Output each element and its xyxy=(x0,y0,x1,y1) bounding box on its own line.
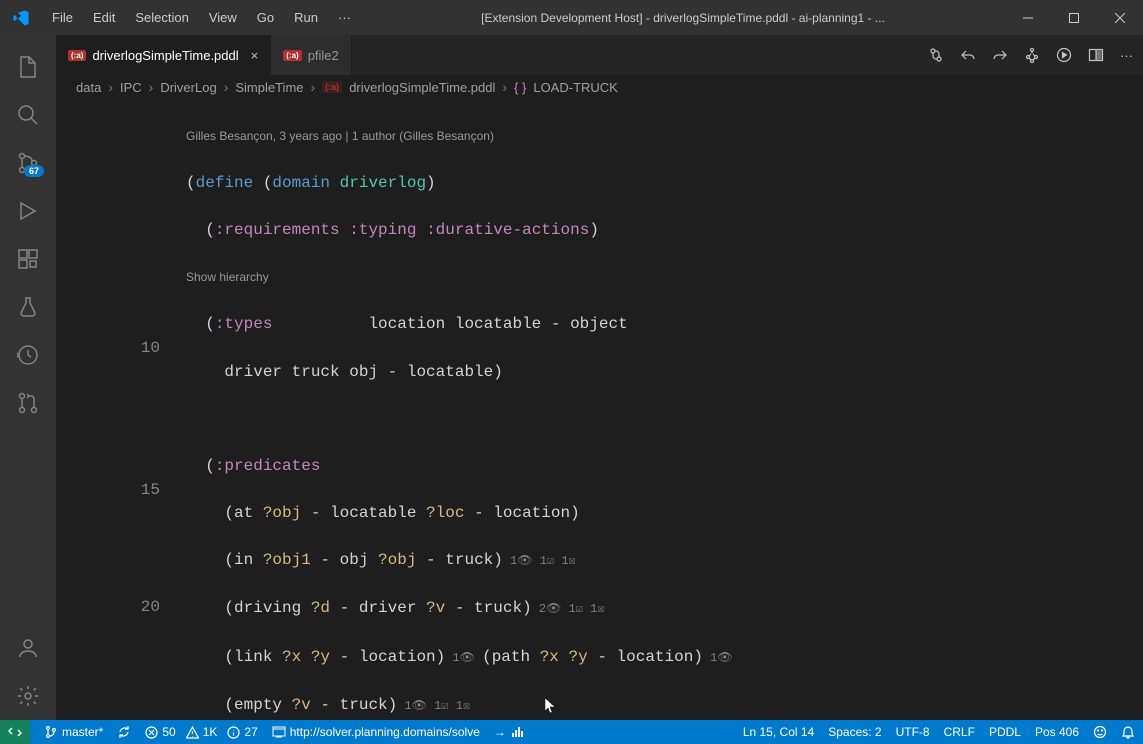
feedback-icon[interactable] xyxy=(1093,725,1107,739)
breadcrumbs[interactable]: data › IPC › DriverLog › SimpleTime › (:… xyxy=(56,75,1143,99)
tab-label: pfile2 xyxy=(308,48,339,63)
vscode-logo-icon xyxy=(12,9,30,27)
settings-gear-icon[interactable] xyxy=(4,672,52,720)
testing-icon[interactable] xyxy=(4,283,52,331)
chevron-right-icon: › xyxy=(108,79,113,95)
encoding[interactable]: UTF-8 xyxy=(896,725,930,739)
menu-selection[interactable]: Selection xyxy=(125,4,198,31)
titlebar: File Edit Selection View Go Run ··· [Ext… xyxy=(0,0,1143,35)
explorer-icon[interactable] xyxy=(4,43,52,91)
run-debug-icon[interactable] xyxy=(4,187,52,235)
menu-go[interactable]: Go xyxy=(247,4,284,31)
minimize-button[interactable] xyxy=(1005,0,1051,35)
solver-url[interactable]: http://solver.planning.domains/solve xyxy=(272,725,480,739)
visualize-icon[interactable] xyxy=(1024,47,1040,63)
breadcrumb-segment[interactable]: data xyxy=(76,80,101,95)
next-change-icon[interactable] xyxy=(992,47,1008,63)
line-gutter: 10 15 20 xyxy=(56,99,186,720)
activity-bar: 67 xyxy=(0,35,56,720)
chevron-right-icon: › xyxy=(311,79,316,95)
accounts-icon[interactable] xyxy=(4,624,52,672)
menu-overflow[interactable]: ··· xyxy=(328,4,361,31)
breadcrumb-segment[interactable]: DriverLog xyxy=(160,80,216,95)
menu-view[interactable]: View xyxy=(199,4,247,31)
code-text[interactable]: Gilles Besançon, 3 years ago | 1 author … xyxy=(186,99,1143,720)
window-title: [Extension Development Host] - driverlog… xyxy=(361,11,1005,25)
menu-run[interactable]: Run xyxy=(284,4,328,31)
chevron-right-icon: › xyxy=(502,79,507,95)
pddl-file-icon: (:a) xyxy=(68,50,86,61)
extensions-icon[interactable] xyxy=(4,235,52,283)
prev-change-icon[interactable] xyxy=(960,47,976,63)
scm-badge: 67 xyxy=(24,165,44,177)
tab-close-icon[interactable]: × xyxy=(251,48,259,63)
chevron-right-icon: › xyxy=(224,79,229,95)
breadcrumb-segment[interactable]: IPC xyxy=(120,80,142,95)
cursor-position[interactable]: Ln 15, Col 14 xyxy=(743,725,814,739)
problems-indicator[interactable]: 50 1K 27 xyxy=(145,725,257,739)
codelens-blame[interactable]: Gilles Besançon, 3 years ago | 1 author … xyxy=(186,129,494,143)
notifications-icon[interactable] xyxy=(1121,725,1135,739)
tab-driverlog[interactable]: (:a) driverlogSimpleTime.pddl × xyxy=(56,35,271,75)
indentation[interactable]: Spaces: 2 xyxy=(828,725,881,739)
more-actions-icon[interactable]: ··· xyxy=(1120,48,1133,63)
status-bar: master* 50 1K 27 http://solver.planning.… xyxy=(0,720,1143,744)
plan-run-indicator[interactable]: → xyxy=(494,725,524,739)
breadcrumb-segment[interactable]: SimpleTime xyxy=(235,80,303,95)
menu-file[interactable]: File xyxy=(42,4,83,31)
codelens-hierarchy[interactable]: Show hierarchy xyxy=(186,270,269,284)
editor-actions: ··· xyxy=(928,35,1143,75)
search-icon[interactable] xyxy=(4,91,52,139)
tab-label: driverlogSimpleTime.pddl xyxy=(92,48,238,63)
history-icon[interactable] xyxy=(4,331,52,379)
maximize-button[interactable] xyxy=(1051,0,1097,35)
menu-bar: File Edit Selection View Go Run ··· xyxy=(42,4,361,31)
run-plan-icon[interactable] xyxy=(1056,47,1072,63)
pddl-file-icon: (:a) xyxy=(322,81,342,93)
code-editor[interactable]: 10 15 20 Gilles Besançon, 3 years ago | … xyxy=(56,99,1143,720)
sync-indicator[interactable] xyxy=(117,725,131,739)
language-mode[interactable]: PDDL xyxy=(989,725,1021,739)
eol[interactable]: CRLF xyxy=(944,725,975,739)
tab-pfile2[interactable]: (:a) pfile2 xyxy=(271,35,352,75)
pull-requests-icon[interactable] xyxy=(4,379,52,427)
window-controls xyxy=(1005,0,1143,35)
breadcrumb-file[interactable]: driverlogSimpleTime.pddl xyxy=(349,80,495,95)
source-control-icon[interactable]: 67 xyxy=(4,139,52,187)
breadcrumb-symbol[interactable]: LOAD-TRUCK xyxy=(533,80,618,95)
menu-edit[interactable]: Edit xyxy=(83,4,125,31)
branch-indicator[interactable]: master* xyxy=(44,725,103,739)
remote-indicator[interactable] xyxy=(0,720,30,744)
compare-icon[interactable] xyxy=(928,47,944,63)
file-position[interactable]: Pos 406 xyxy=(1035,725,1079,739)
editor-tabs: (:a) driverlogSimpleTime.pddl × (:a) pfi… xyxy=(56,35,1143,75)
chevron-right-icon: › xyxy=(149,79,154,95)
symbol-icon: { } xyxy=(514,80,526,95)
close-button[interactable] xyxy=(1097,0,1143,35)
split-editor-icon[interactable] xyxy=(1088,47,1104,63)
pddl-file-icon: (:a) xyxy=(283,50,301,61)
